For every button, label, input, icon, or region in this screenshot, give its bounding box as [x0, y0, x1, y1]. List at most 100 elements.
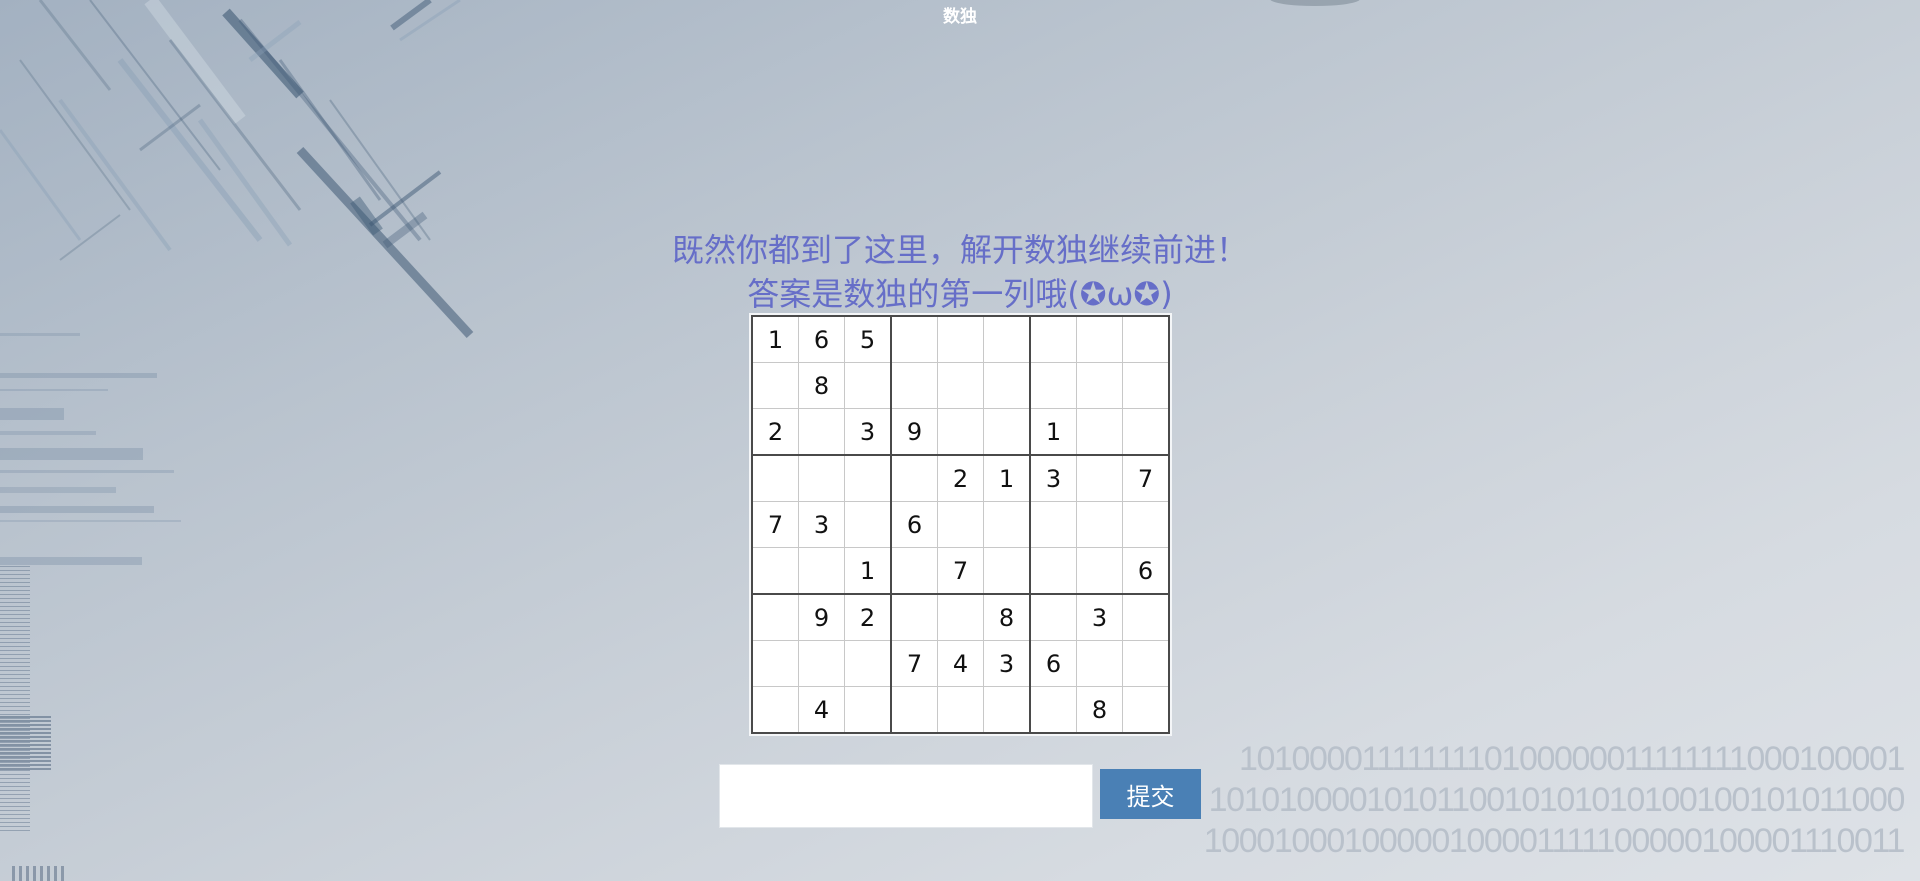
sudoku-empty-cell-input[interactable] [753, 687, 798, 732]
sudoku-empty-cell-input[interactable] [1077, 548, 1122, 593]
sudoku-given-digit: 4 [952, 649, 969, 678]
sudoku-row: 92 8 3 [751, 593, 1170, 641]
sudoku-cell: 1 [751, 315, 799, 363]
sudoku-cell: 7 [890, 640, 938, 687]
sudoku-cell [798, 408, 845, 456]
sudoku-cell: 7 [937, 547, 984, 595]
sudoku-empty-cell-input[interactable] [753, 456, 798, 501]
sudoku-cell [844, 501, 892, 548]
sudoku-empty-cell-input[interactable] [938, 317, 983, 362]
sudoku-cell: 2 [751, 408, 799, 456]
sudoku-empty-cell-input[interactable] [845, 456, 890, 501]
sudoku-empty-cell-input[interactable] [753, 595, 798, 640]
sudoku-cell: 8 [983, 593, 1031, 641]
sudoku-empty-cell-input[interactable] [892, 456, 937, 501]
sudoku-cell [1122, 362, 1170, 409]
sudoku-empty-cell-input[interactable] [1123, 317, 1168, 362]
sudoku-empty-cell-input[interactable] [984, 687, 1029, 732]
sudoku-empty-cell-input[interactable] [938, 595, 983, 640]
sudoku-empty-cell-input[interactable] [984, 409, 1029, 454]
sudoku-given-digit: 7 [767, 510, 784, 539]
sudoku-empty-cell-input[interactable] [892, 548, 937, 593]
sudoku-empty-cell-input[interactable] [1031, 548, 1076, 593]
sudoku-empty-cell-input[interactable] [1077, 456, 1122, 501]
sudoku-empty-cell-input[interactable] [1031, 595, 1076, 640]
sudoku-cell: 8 [798, 362, 845, 409]
sudoku-empty-cell-input[interactable] [938, 363, 983, 408]
sudoku-cell [798, 640, 845, 687]
sudoku-given-digit: 1 [998, 464, 1015, 493]
sudoku-given-digit: 6 [813, 325, 830, 354]
sudoku-cell [751, 454, 799, 502]
sudoku-given-digit: 7 [1137, 464, 1154, 493]
sudoku-empty-cell-input[interactable] [845, 502, 890, 547]
sudoku-cell: 3 [844, 408, 892, 456]
sudoku-empty-cell-input[interactable] [799, 641, 844, 686]
sudoku-cell [1122, 640, 1170, 687]
sudoku-empty-cell-input[interactable] [984, 363, 1029, 408]
intro-text: 既然你都到了这里，解开数独继续前进！ 答案是数独的第一列哦(✪ω✪) [0, 228, 1920, 316]
sudoku-empty-cell-input[interactable] [1123, 502, 1168, 547]
sudoku-empty-cell-input[interactable] [799, 456, 844, 501]
sudoku-empty-cell-input[interactable] [984, 548, 1029, 593]
sudoku-cell [844, 362, 892, 409]
sudoku-empty-cell-input[interactable] [892, 317, 937, 362]
sudoku-empty-cell-input[interactable] [938, 409, 983, 454]
sudoku-given-digit: 8 [813, 371, 830, 400]
sudoku-empty-cell-input[interactable] [799, 409, 844, 454]
sudoku-empty-cell-input[interactable] [1077, 409, 1122, 454]
sudoku-empty-cell-input[interactable] [984, 317, 1029, 362]
sudoku-empty-cell-input[interactable] [1123, 687, 1168, 732]
sudoku-given-digit: 1 [859, 556, 876, 585]
sudoku-empty-cell-input[interactable] [984, 502, 1029, 547]
sudoku-empty-cell-input[interactable] [1031, 502, 1076, 547]
sudoku-empty-cell-input[interactable] [938, 502, 983, 547]
sudoku-row: 743 6 [751, 640, 1170, 687]
sudoku-cell [983, 501, 1031, 548]
sudoku-row: 21 3 7 [751, 454, 1170, 502]
sudoku-empty-cell-input[interactable] [753, 363, 798, 408]
sudoku-empty-cell-input[interactable] [1077, 502, 1122, 547]
sudoku-empty-cell-input[interactable] [845, 687, 890, 732]
sudoku-cell [1122, 501, 1170, 548]
sudoku-empty-cell-input[interactable] [1031, 687, 1076, 732]
sudoku-cell: 6 [1122, 547, 1170, 595]
sudoku-cell [937, 362, 984, 409]
sudoku-cell [751, 640, 799, 687]
sudoku-empty-cell-input[interactable] [845, 363, 890, 408]
sudoku-given-digit: 7 [906, 649, 923, 678]
sudoku-empty-cell-input[interactable] [892, 687, 937, 732]
sudoku-empty-cell-input[interactable] [938, 687, 983, 732]
sudoku-empty-cell-input[interactable] [1123, 641, 1168, 686]
sudoku-empty-cell-input[interactable] [753, 548, 798, 593]
sudoku-empty-cell-input[interactable] [799, 548, 844, 593]
intro-line-1: 既然你都到了这里，解开数独继续前进！ [671, 231, 1248, 269]
page-title: 数独 [943, 7, 977, 27]
sudoku-empty-cell-input[interactable] [1031, 363, 1076, 408]
sudoku-empty-cell-input[interactable] [845, 641, 890, 686]
sudoku-cell: 5 [844, 315, 892, 363]
sudoku-empty-cell-input[interactable] [1077, 641, 1122, 686]
sudoku-given-digit: 3 [1091, 603, 1108, 632]
sudoku-empty-cell-input[interactable] [1123, 409, 1168, 454]
binary-line: 1000100010000010000111110000010000111001… [1203, 822, 1906, 860]
sudoku-empty-cell-input[interactable] [892, 363, 937, 408]
sudoku-row: 8 [751, 362, 1170, 409]
sudoku-given-digit: 6 [1137, 556, 1154, 585]
sudoku-empty-cell-input[interactable] [1077, 317, 1122, 362]
sudoku-empty-cell-input[interactable] [1123, 595, 1168, 640]
submit-button[interactable]: 提交 [1100, 769, 1201, 819]
sudoku-cell [798, 547, 845, 595]
decor-bar [0, 557, 142, 565]
answer-input[interactable] [719, 764, 1093, 828]
decor-bar [0, 506, 154, 513]
sudoku-empty-cell-input[interactable] [1077, 363, 1122, 408]
sudoku-cell: 3 [798, 501, 845, 548]
sudoku-empty-cell-input[interactable] [1123, 363, 1168, 408]
sudoku-empty-cell-input[interactable] [892, 595, 937, 640]
sudoku-cell: 2 [844, 593, 892, 641]
sudoku-empty-cell-input[interactable] [753, 641, 798, 686]
sudoku-empty-cell-input[interactable] [1031, 317, 1076, 362]
sudoku-given-digit: 6 [1045, 649, 1062, 678]
decor-bar [0, 408, 64, 420]
